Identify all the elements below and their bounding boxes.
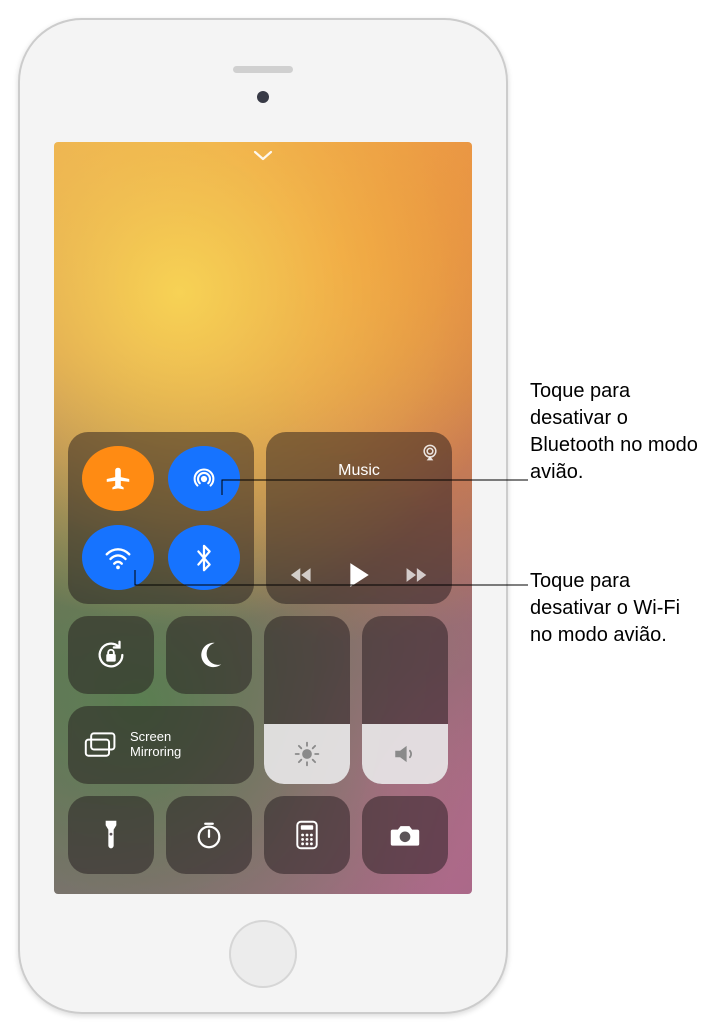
volume-slider[interactable] <box>362 616 448 784</box>
screen-mirroring-icon <box>84 731 118 759</box>
airdrop-icon <box>189 464 219 494</box>
speaker-icon <box>392 741 418 767</box>
device-frame: Music <box>18 18 508 1014</box>
device-speaker <box>233 66 293 73</box>
camera-icon <box>389 822 421 848</box>
play-button[interactable] <box>347 562 371 588</box>
rewind-button[interactable] <box>290 566 314 584</box>
callout-wifi: Toque para desativar o Wi-Fi no modo avi… <box>530 568 704 649</box>
airplane-mode-toggle[interactable] <box>82 446 154 511</box>
screen-mirroring-label: Screen Mirroring <box>130 730 181 760</box>
bluetooth-toggle[interactable] <box>168 525 240 590</box>
bluetooth-icon <box>191 543 217 573</box>
camera-button[interactable] <box>362 796 448 874</box>
callout-bluetooth: Toque para desativar o Bluetooth no modo… <box>530 378 704 486</box>
calculator-button[interactable] <box>264 796 350 874</box>
timer-icon <box>194 820 224 850</box>
orientation-lock-toggle[interactable] <box>68 616 154 694</box>
control-center: Music <box>68 420 458 874</box>
airplay-audio-icon[interactable] <box>420 442 440 462</box>
home-button[interactable] <box>229 920 297 988</box>
do-not-disturb-toggle[interactable] <box>166 616 252 694</box>
screen-mirroring-button[interactable]: Screen Mirroring <box>68 706 254 784</box>
airplane-icon <box>103 464 133 494</box>
screen: Music <box>54 142 472 894</box>
device-camera <box>257 91 269 103</box>
orientation-lock-icon <box>94 638 128 672</box>
timer-button[interactable] <box>166 796 252 874</box>
brightness-slider[interactable] <box>264 616 350 784</box>
media-module[interactable]: Music <box>266 432 452 604</box>
airdrop-toggle[interactable] <box>168 446 240 511</box>
forward-button[interactable] <box>404 566 428 584</box>
chevron-down-icon[interactable] <box>253 150 273 162</box>
sun-icon <box>294 741 320 767</box>
flashlight-icon <box>101 819 121 851</box>
media-title: Music <box>280 462 438 480</box>
wifi-icon <box>103 543 133 573</box>
wifi-toggle[interactable] <box>82 525 154 590</box>
moon-icon <box>194 640 224 670</box>
connectivity-module[interactable] <box>68 432 254 604</box>
calculator-icon <box>295 820 319 850</box>
flashlight-button[interactable] <box>68 796 154 874</box>
